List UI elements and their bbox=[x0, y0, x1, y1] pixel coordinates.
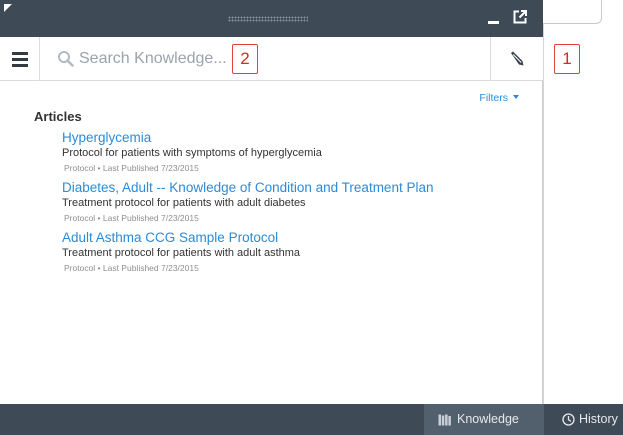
callout-2: 2 bbox=[232, 44, 258, 74]
minimize-icon bbox=[488, 21, 499, 24]
tab-knowledge-label: Knowledge bbox=[457, 412, 519, 426]
article-title-link[interactable]: Diabetes, Adult -- Knowledge of Conditio… bbox=[62, 179, 532, 196]
search-box bbox=[41, 37, 490, 81]
tab-history[interactable]: History bbox=[558, 404, 623, 435]
article-title-link[interactable]: Adult Asthma CCG Sample Protocol bbox=[62, 229, 532, 246]
article-meta: Protocol • Last Published 7/23/2015 bbox=[64, 213, 199, 223]
screen: Filters Articles Hyperglycemia Protocol … bbox=[0, 0, 623, 435]
article-title-link[interactable]: Hyperglycemia bbox=[62, 129, 532, 146]
panel-toolbar bbox=[0, 37, 543, 81]
menu-button[interactable] bbox=[0, 37, 40, 81]
compose-button[interactable] bbox=[490, 37, 543, 81]
minimize-button[interactable] bbox=[484, 7, 504, 27]
pencil-icon bbox=[511, 51, 524, 66]
filters-dropdown[interactable]: Filters bbox=[479, 92, 519, 104]
drag-handle[interactable] bbox=[228, 16, 308, 22]
book-icon bbox=[438, 414, 451, 426]
tab-knowledge[interactable]: Knowledge bbox=[424, 404, 544, 435]
article-item: Diabetes, Adult -- Knowledge of Conditio… bbox=[62, 179, 532, 225]
article-item: Adult Asthma CCG Sample Protocol Treatme… bbox=[62, 229, 532, 275]
callout-1: 1 bbox=[554, 44, 580, 74]
article-item: Hyperglycemia Protocol for patients with… bbox=[62, 129, 532, 175]
utility-bar: Knowledge History bbox=[0, 404, 623, 435]
articles-heading: Articles bbox=[34, 109, 82, 124]
panel-titlebar[interactable] bbox=[0, 0, 543, 37]
article-meta: Protocol • Last Published 7/23/2015 bbox=[64, 263, 199, 273]
article-list: Hyperglycemia Protocol for patients with… bbox=[62, 129, 532, 279]
popout-button[interactable] bbox=[510, 7, 530, 27]
search-icon bbox=[58, 51, 74, 67]
background-page-edge bbox=[543, 24, 544, 404]
knowledge-panel: Filters Articles Hyperglycemia Protocol … bbox=[0, 0, 543, 404]
article-description: Treatment protocol for patients with adu… bbox=[62, 247, 301, 259]
corner-resize-icon[interactable] bbox=[4, 4, 12, 12]
article-description: Treatment protocol for patients with adu… bbox=[62, 197, 306, 209]
filters-label: Filters bbox=[479, 92, 508, 104]
clock-icon bbox=[562, 413, 575, 426]
caret-down-icon bbox=[513, 95, 519, 99]
article-description: Protocol for patients with symptoms of h… bbox=[62, 147, 322, 159]
popout-icon bbox=[513, 10, 527, 24]
article-meta: Protocol • Last Published 7/23/2015 bbox=[64, 163, 199, 173]
tab-history-label: History bbox=[579, 412, 618, 426]
